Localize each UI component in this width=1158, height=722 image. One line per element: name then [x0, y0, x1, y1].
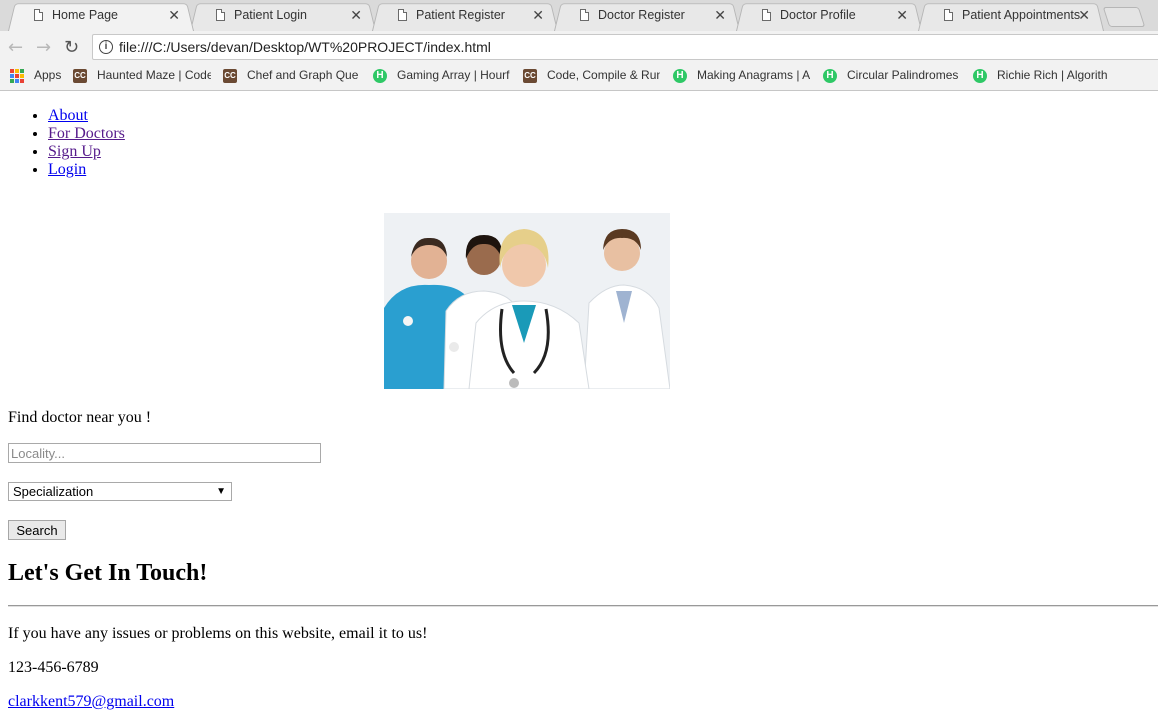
tab-strip: Patient Login ✕ Patient Register ✕ Docto…	[0, 0, 1158, 31]
nav-item-sign-up: Sign Up	[48, 143, 125, 161]
bookmark-item[interactable]: CC Haunted Maze | Code	[73, 63, 213, 90]
info-icon[interactable]: i	[99, 40, 113, 54]
page-icon	[944, 9, 953, 21]
bookmark-item[interactable]: H Richie Rich | Algorith	[973, 63, 1113, 90]
nav-link-for-doctors[interactable]: For Doctors	[48, 125, 125, 142]
nav-item-about: About	[48, 107, 125, 125]
bookmark-item[interactable]: H Gaming Array | Hourf	[373, 63, 513, 90]
bookmarks-bar: Apps CC Haunted Maze | Code CC Chef and …	[0, 63, 1158, 91]
codechef-icon: CC	[523, 69, 537, 83]
bookmark-apps[interactable]: Apps	[10, 63, 70, 90]
tab-home-page[interactable]: Home Page ✕	[8, 1, 194, 31]
close-icon[interactable]: ✕	[896, 1, 908, 29]
tab-doctor-register[interactable]: Doctor Register ✕	[554, 1, 740, 31]
browser-chrome: Patient Login ✕ Patient Register ✕ Docto…	[0, 0, 1158, 91]
main-nav: About For Doctors Sign Up Login	[48, 107, 125, 179]
apps-grid-icon	[10, 69, 24, 83]
page-icon	[216, 9, 225, 21]
hackerearth-icon: H	[673, 69, 687, 83]
specialization-select[interactable]: Specialization ▼	[8, 482, 232, 501]
toolbar: ← → ↻ i file:///C:/Users/devan/Desktop/W…	[0, 31, 1158, 63]
nav-link-login[interactable]: Login	[48, 161, 86, 178]
nav-link-sign-up[interactable]: Sign Up	[48, 143, 101, 160]
contact-heading: Let's Get In Touch!	[8, 560, 208, 586]
address-bar[interactable]: i file:///C:/Users/devan/Desktop/WT%20PR…	[92, 34, 1158, 60]
hackerearth-icon: H	[973, 69, 987, 83]
bookmark-item[interactable]: H Making Anagrams | A	[673, 63, 813, 90]
doctors-hero-image	[384, 213, 670, 389]
page-icon	[580, 9, 589, 21]
close-icon[interactable]: ✕	[350, 1, 362, 29]
page-content: About For Doctors Sign Up Login	[0, 91, 1158, 722]
tab-patient-login[interactable]: Patient Login ✕	[190, 1, 376, 31]
close-icon[interactable]: ✕	[532, 1, 544, 29]
bookmark-item[interactable]: H Circular Palindromes	[823, 63, 963, 90]
specialization-value: Specialization	[13, 484, 94, 499]
nav-link-about[interactable]: About	[48, 107, 88, 124]
reload-icon[interactable]: ↻	[64, 37, 79, 58]
forward-arrow-icon[interactable]: →	[36, 37, 51, 58]
tab-patient-appointments[interactable]: Patient Appointments ✕	[918, 1, 1104, 31]
tab-patient-register[interactable]: Patient Register ✕	[372, 1, 558, 31]
divider	[8, 605, 1158, 607]
tab-doctor-profile[interactable]: Doctor Profile ✕	[736, 1, 922, 31]
back-arrow-icon[interactable]: ←	[8, 37, 23, 58]
codechef-icon: CC	[223, 69, 237, 83]
contact-email-link[interactable]: clarkkent579@gmail.com	[8, 693, 174, 710]
search-button[interactable]: Search	[8, 520, 66, 540]
nav-item-login: Login	[48, 161, 125, 179]
close-icon[interactable]: ✕	[1078, 1, 1090, 29]
doctors-illustration	[384, 213, 670, 389]
contact-email-line: clarkkent579@gmail.com	[8, 693, 174, 711]
codechef-icon: CC	[73, 69, 87, 83]
bookmark-item[interactable]: CC Chef and Graph Quer	[223, 63, 363, 90]
nav-item-for-doctors: For Doctors	[48, 125, 125, 143]
close-icon[interactable]: ✕	[168, 1, 180, 29]
page-icon	[34, 9, 43, 21]
page-icon	[762, 9, 771, 21]
close-icon[interactable]: ✕	[714, 1, 726, 29]
hackerearth-icon: H	[373, 69, 387, 83]
page-icon	[398, 9, 407, 21]
chevron-down-icon: ▼	[216, 486, 226, 497]
bookmark-item[interactable]: CC Code, Compile & Run	[523, 63, 663, 90]
locality-input[interactable]	[8, 443, 321, 463]
url-text[interactable]: file:///C:/Users/devan/Desktop/WT%20PROJ…	[119, 39, 491, 55]
contact-phone: 123-456-6789	[8, 659, 99, 676]
contact-text: If you have any issues or problems on th…	[8, 625, 428, 642]
new-tab-button[interactable]	[1102, 7, 1146, 27]
find-doctor-heading: Find doctor near you !	[8, 409, 152, 426]
hackerearth-icon: H	[823, 69, 837, 83]
